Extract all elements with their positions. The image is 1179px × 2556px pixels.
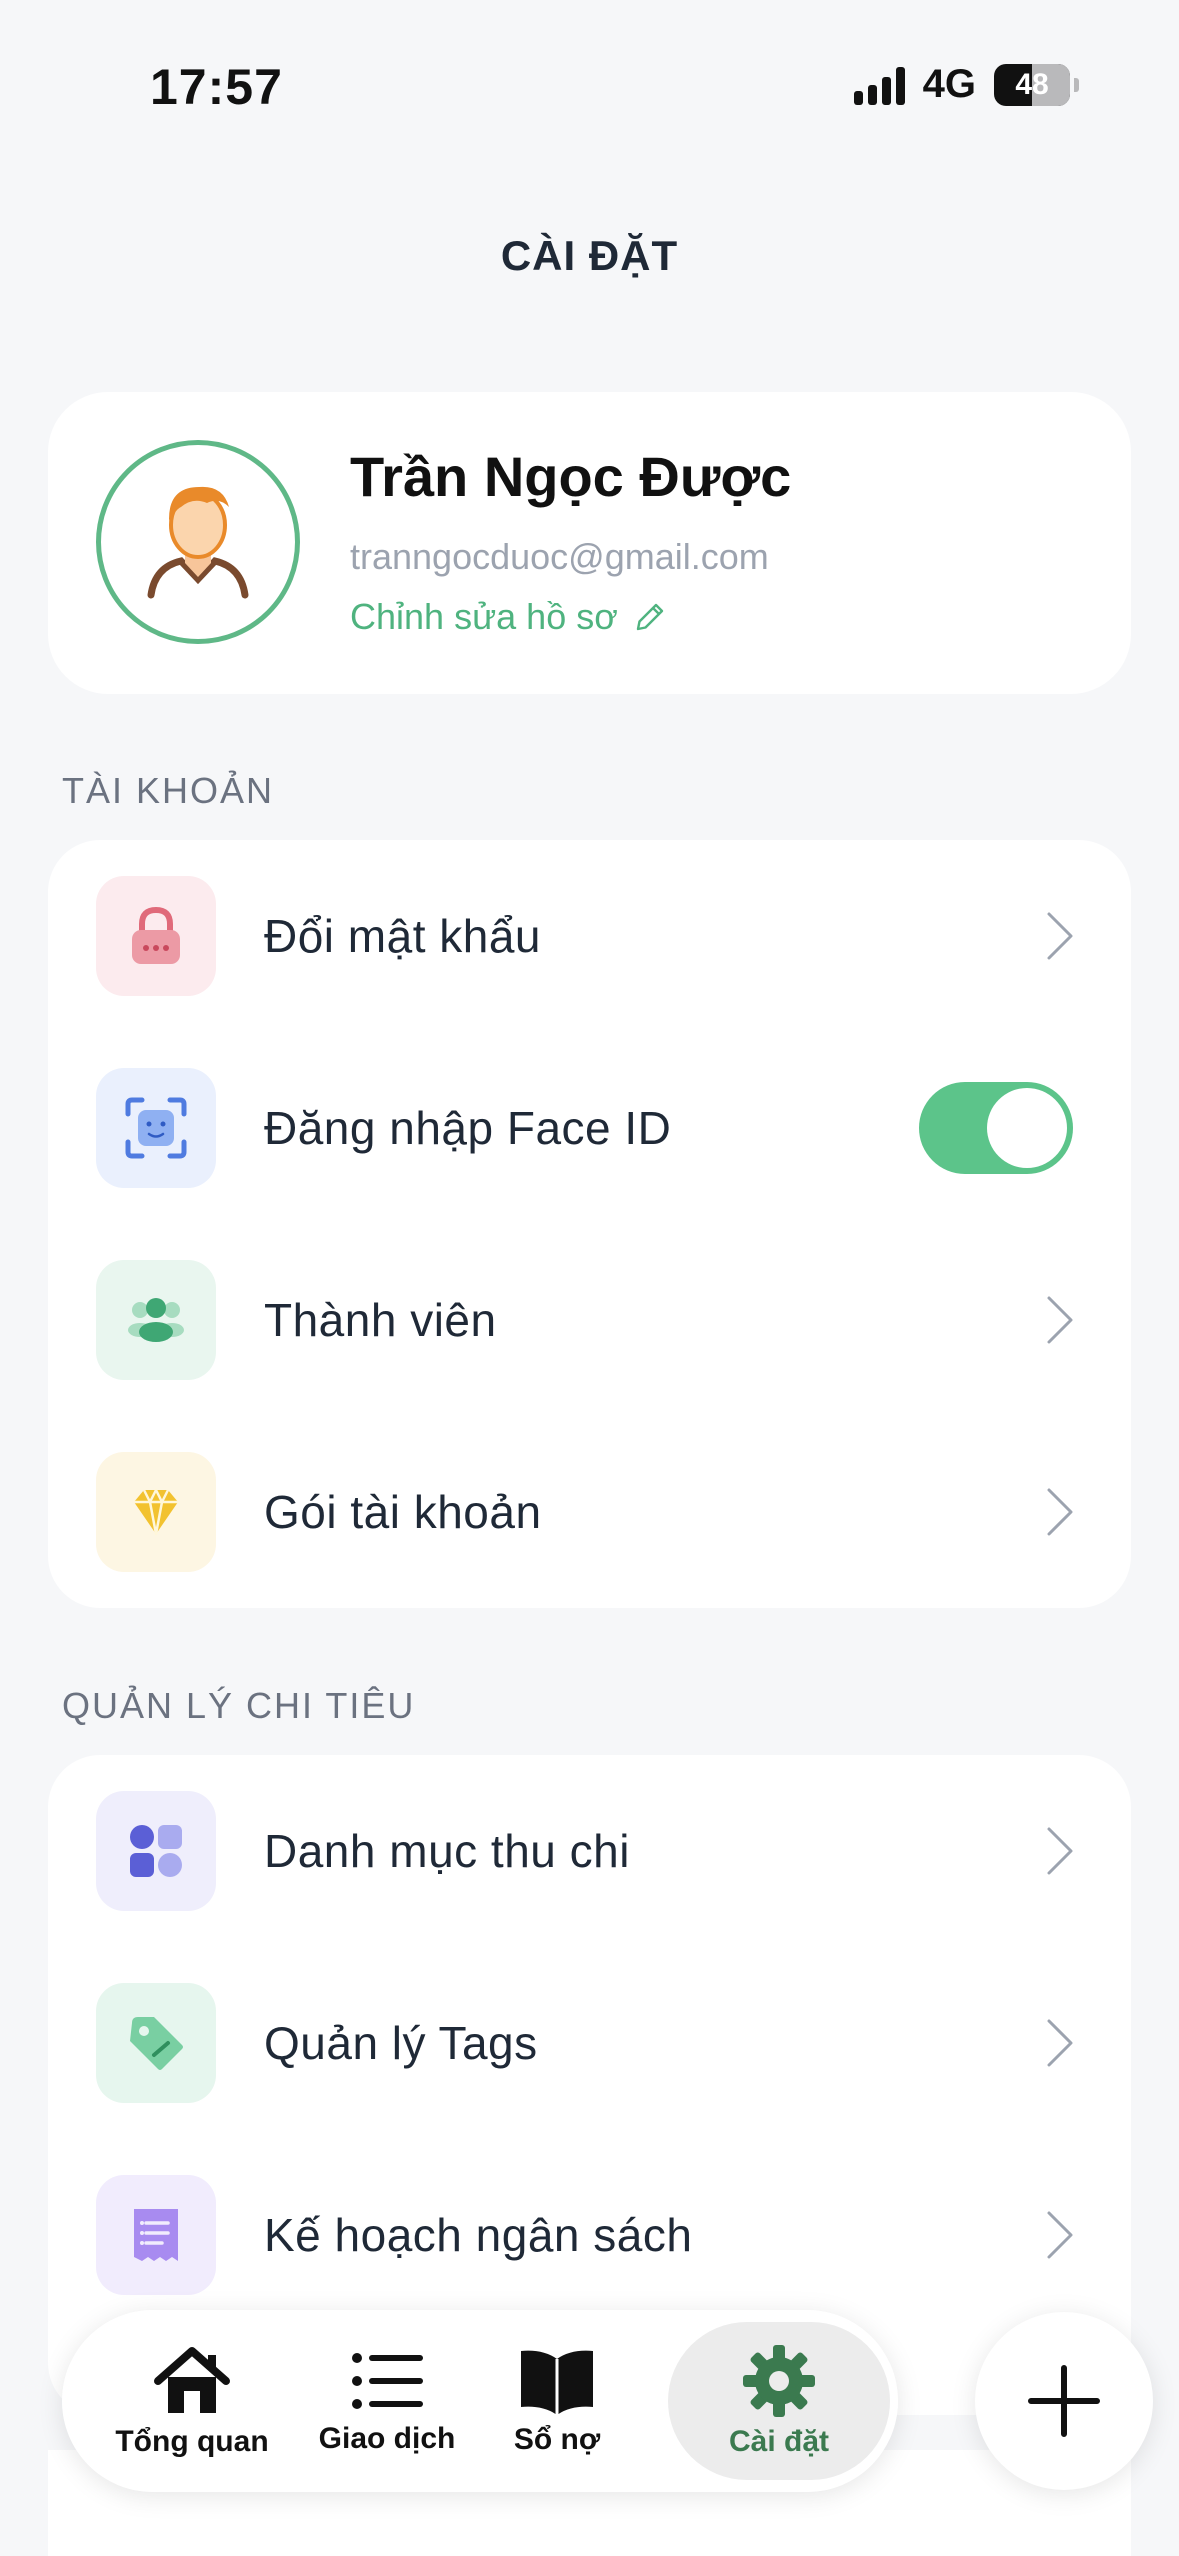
toggle-knob [987,1088,1067,1168]
account-group: Đổi mật khẩu Đăng nhập Face ID Thành viê… [48,840,1131,1608]
battery-cap [1074,77,1079,92]
status-indicators: 4G 48 [853,62,1079,107]
status-time: 17:57 [150,59,283,115]
tab-debt-book[interactable]: Sổ nợ [482,2310,632,2492]
settings-row-change-password[interactable]: Đổi mật khẩu [48,840,1131,1032]
settings-row-tags[interactable]: Quản lý Tags [48,1947,1131,2139]
chevron-right-icon [1047,1827,1073,1875]
tab-settings[interactable]: Cài đặt [668,2322,890,2480]
settings-row-face-id: Đăng nhập Face ID [48,1032,1131,1224]
edit-profile-link[interactable]: Chỉnh sửa hồ sơ [350,596,668,638]
row-label: Đổi mật khẩu [264,910,542,962]
chevron-right-icon [1047,2019,1073,2067]
tab-label: Giao dịch [318,2422,456,2455]
book-icon [521,2350,593,2415]
tag-icon [96,1983,216,2103]
user-avatar-icon [147,486,249,599]
row-label: Quản lý Tags [264,2017,538,2069]
settings-row-account-plan[interactable]: Gói tài khoản [48,1416,1131,1608]
lock-icon [96,876,216,996]
row-label: Danh mục thu chi [264,1825,630,1877]
settings-row-budget-plan[interactable]: Kế hoạch ngân sách [48,2139,1131,2331]
status-bar: 17:57 4G 48 [0,0,1179,150]
row-label: Gói tài khoản [264,1486,542,1538]
tab-transactions[interactable]: Giao dịch [292,2310,482,2492]
members-icon [96,1260,216,1380]
network-type: 4G [922,62,976,106]
row-label: Kế hoạch ngân sách [264,2209,693,2261]
list-icon [352,2353,423,2409]
tab-overview[interactable]: Tổng quan [92,2310,292,2492]
category-grid-icon [96,1791,216,1911]
receipt-icon [96,2175,216,2295]
settings-row-categories[interactable]: Danh mục thu chi [48,1755,1131,1947]
section-title-spending: QUẢN LÝ CHI TIÊU [62,1685,416,1726]
avatar[interactable] [96,440,300,644]
chevron-right-icon [1047,912,1073,960]
tab-label: Tổng quan [115,2425,269,2458]
chevron-right-icon [1047,1488,1073,1536]
tab-label: Cài đặt [728,2425,830,2458]
page-title: CÀI ĐẶT [500,232,679,279]
profile-email: tranngocduoc@gmail.com [350,536,769,577]
edit-profile-label: Chỉnh sửa hồ sơ [350,596,618,637]
chevron-right-icon [1047,1296,1073,1344]
row-label: Thành viên [264,1294,497,1346]
gear-icon [743,2345,815,2417]
bottom-tab-bar: Tổng quan Giao dịch Sổ nợ Cài đặt [62,2310,898,2492]
add-transaction-button[interactable] [975,2312,1153,2490]
battery-icon: 48 [994,63,1070,106]
face-id-toggle[interactable] [919,1082,1073,1174]
signal-icon [853,65,905,105]
face-id-icon [96,1068,216,1188]
section-title-account: TÀI KHOẢN [62,770,275,811]
profile-card[interactable]: Trần Ngọc Được tranngocduoc@gmail.com Ch… [48,392,1131,694]
tab-label: Sổ nợ [513,2423,601,2456]
profile-name: Trần Ngọc Được [350,445,792,508]
chevron-right-icon [1047,2211,1073,2259]
home-icon [154,2347,230,2413]
diamond-icon [96,1452,216,1572]
battery-level: 48 [1015,67,1049,101]
plus-icon [1028,2365,1100,2437]
row-label: Đăng nhập Face ID [264,1102,672,1154]
pencil-icon [636,603,664,631]
settings-row-members[interactable]: Thành viên [48,1224,1131,1416]
